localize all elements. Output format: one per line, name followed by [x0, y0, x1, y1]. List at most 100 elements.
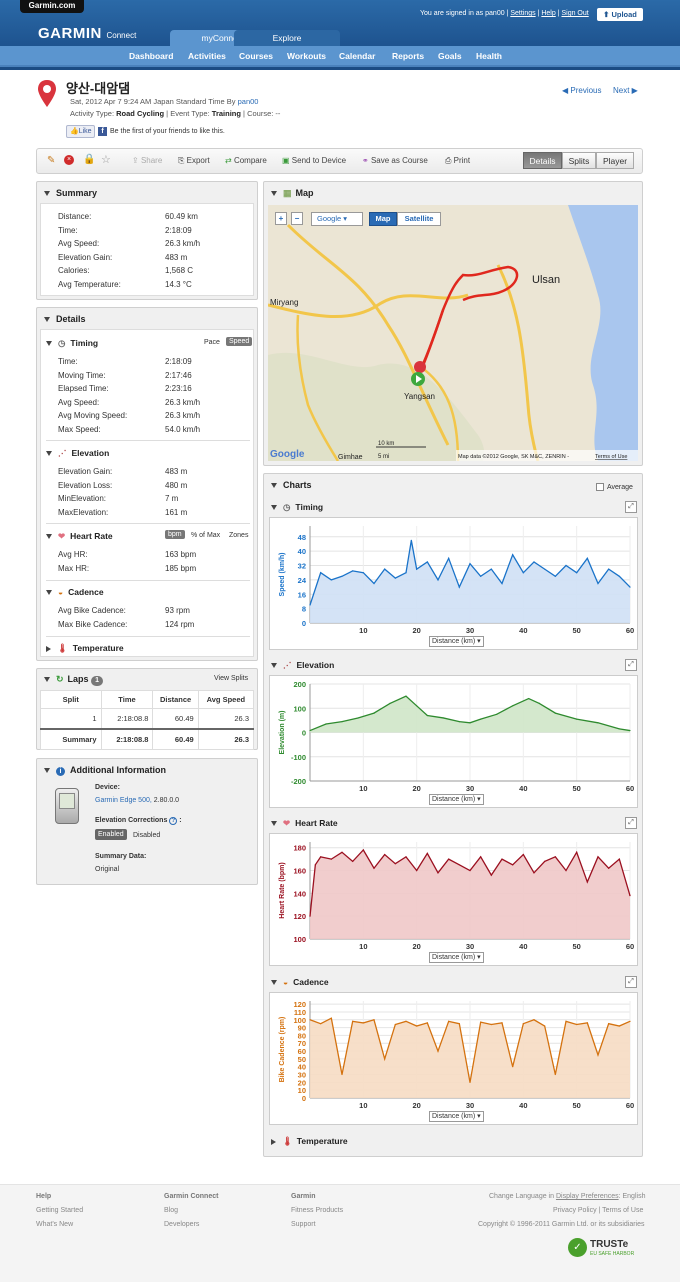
x-axis-select[interactable]: Distance (km) ▾ — [429, 1111, 484, 1122]
x-axis-select[interactable]: Distance (km) ▾ — [429, 794, 484, 805]
share-button[interactable]: ⇪ Share — [132, 156, 162, 165]
footer-fitness-products[interactable]: Fitness Products — [291, 1207, 343, 1214]
upload-button[interactable]: ⬆ Upload — [597, 8, 643, 21]
route-map[interactable]: Ulsan Miryang Yangsan Gimhae 10 km 5 mi … — [268, 205, 638, 461]
stat-value: 2:23:16 — [165, 384, 192, 393]
truste-label: TRUSTe — [590, 1239, 629, 1250]
stat-value: 26.3 km/h — [165, 411, 201, 420]
x-axis-select[interactable]: Distance (km) ▾ — [429, 952, 484, 963]
nav-goals[interactable]: Goals — [438, 51, 462, 61]
chart-section-header[interactable]: ❤ Heart Rate — [271, 818, 338, 829]
enabled-toggle[interactable]: Enabled — [95, 829, 127, 840]
chart-section-header[interactable]: ◒ Cadence — [271, 977, 329, 987]
line-chart[interactable]: 0 8 16 24 32 40 48 10 20 30 40 50 60 Speed (km/h) — [270, 518, 639, 651]
footer-blog[interactable]: Blog — [164, 1207, 178, 1214]
username-link[interactable]: pan00 — [485, 10, 504, 17]
expand-chart-icon[interactable]: ⤢ — [625, 501, 637, 513]
expand-chart-icon[interactable]: ⤢ — [625, 659, 637, 671]
delete-icon[interactable]: × — [64, 155, 74, 165]
pace-toggle[interactable]: Pace — [204, 339, 220, 346]
timing-section-header[interactable]: ◷ Timing — [46, 338, 98, 349]
zoom-in-button[interactable]: + — [275, 212, 287, 225]
x-axis-select[interactable]: Distance (km) ▾ — [429, 636, 484, 647]
line-chart[interactable]: 100 120 140 160 180 10 20 30 40 50 60 Heart Rate (b… — [270, 834, 639, 967]
heart-rate-section-header[interactable]: ❤ Heart Rate — [46, 531, 113, 542]
temperature-section-header[interactable]: 🌡 Temperature — [46, 643, 124, 654]
laps-header[interactable]: ↻ Laps 1 — [44, 674, 103, 686]
garmin-edge-device-image — [55, 788, 79, 824]
footer-developers[interactable]: Developers — [164, 1221, 199, 1228]
elevation-section-header[interactable]: ⋰ Elevation — [46, 448, 109, 459]
end-pin-icon[interactable] — [414, 361, 426, 373]
zoom-out-button[interactable]: − — [291, 212, 303, 225]
footer-policy[interactable]: Privacy Policy | Terms of Use — [553, 1207, 643, 1214]
help-link[interactable]: Help — [541, 10, 555, 17]
map-provider-select[interactable]: Google ▾ — [311, 212, 363, 226]
satellite-type-button[interactable]: Satellite — [397, 212, 441, 226]
next-link[interactable]: Next ▶ — [613, 86, 638, 95]
bpm-toggle[interactable]: bpm — [165, 530, 185, 539]
average-checkbox[interactable]: Average — [596, 483, 633, 491]
send-to-device-button[interactable]: ▣ Send to Device — [282, 156, 346, 165]
nav-health[interactable]: Health — [476, 51, 502, 61]
tab-explore[interactable]: Explore — [234, 30, 340, 46]
edit-pencil-icon[interactable]: ✎ — [47, 155, 55, 166]
garmin-connect-logo[interactable]: GARMIN Connect — [38, 25, 136, 42]
map-type-button[interactable]: Map — [369, 212, 397, 226]
zones-toggle[interactable]: Zones — [229, 532, 248, 539]
lock-icon[interactable]: 🔒 — [83, 154, 95, 165]
charts-header[interactable]: Charts — [271, 480, 312, 490]
map-terms-link[interactable]: Terms of Use — [595, 454, 627, 460]
compare-button[interactable]: ⇄ Compare — [225, 156, 267, 165]
splits-tab[interactable]: Splits — [562, 152, 596, 169]
favorite-star-icon[interactable]: ☆ — [101, 153, 111, 166]
player-tab[interactable]: Player — [596, 152, 634, 169]
table-row[interactable]: 1 2:18:08.8 60.49 26.3 — [40, 708, 255, 730]
nav-reports[interactable]: Reports — [392, 51, 424, 61]
footer-getting-started[interactable]: Getting Started — [36, 1207, 83, 1214]
map-header[interactable]: ▦ Map — [271, 188, 314, 199]
chart-section-header[interactable]: ⋰ Elevation — [271, 660, 334, 671]
details-tab[interactable]: Details — [523, 152, 562, 169]
previous-link[interactable]: ◀ Previous — [562, 86, 602, 95]
expand-chart-icon[interactable]: ⤢ — [625, 976, 637, 988]
google-logo[interactable]: Google — [270, 449, 305, 460]
summary-header[interactable]: Summary — [44, 188, 97, 198]
expand-chart-icon[interactable]: ⤢ — [625, 817, 637, 829]
save-as-course-button[interactable]: ⚭ Save as Course — [362, 156, 428, 165]
device-link[interactable]: Garmin Edge 500, — [95, 797, 152, 804]
settings-link[interactable]: Settings — [510, 10, 535, 17]
garmin-com-link[interactable]: Garmin.com — [20, 0, 84, 13]
display-preferences-link[interactable]: Display Preferences — [556, 1193, 619, 1200]
nav-calendar[interactable]: Calendar — [339, 51, 375, 61]
x-axis-label: Distance (km) — [432, 638, 476, 645]
temperature-chart-header[interactable]: 🌡 Temperature — [271, 1136, 348, 1147]
line-chart[interactable]: -200 -100 0 100 200 10 20 30 40 50 60 Elevation (m) — [270, 676, 639, 809]
percent-max-toggle[interactable]: % of Max — [191, 532, 220, 539]
view-splits-link[interactable]: View Splits — [214, 675, 248, 682]
nav-dashboard[interactable]: Dashboard — [129, 51, 173, 61]
activity-title[interactable]: 양산-대암댐 — [66, 78, 130, 97]
by-user-link[interactable]: pan00 — [238, 97, 259, 106]
sign-out-link[interactable]: Sign Out — [561, 10, 588, 17]
line-chart[interactable]: 010203040506070809010011012010 20 30 40 50 60… — [270, 993, 639, 1126]
truste-seal[interactable]: ✓ TRUSTe EU SAFE HARBOR — [568, 1238, 643, 1260]
cadence-section-header[interactable]: ◒ Cadence — [46, 587, 104, 597]
footer-support[interactable]: Support — [291, 1221, 316, 1228]
help-icon[interactable]: ? — [169, 817, 178, 825]
nav-workouts[interactable]: Workouts — [287, 51, 326, 61]
nav-activities[interactable]: Activities — [188, 51, 226, 61]
details-header[interactable]: Details — [44, 314, 86, 324]
event-type[interactable]: Training — [212, 109, 241, 118]
nav-courses[interactable]: Courses — [239, 51, 273, 61]
additional-info-header[interactable]: i Additional Information — [44, 765, 166, 776]
chart-section-header[interactable]: ◷ Timing — [271, 502, 323, 513]
disabled-toggle[interactable]: Disabled — [133, 832, 160, 839]
footer-whats-new[interactable]: What's New — [36, 1221, 73, 1228]
speed-toggle[interactable]: Speed — [226, 337, 253, 346]
facebook-like-button[interactable]: 👍Like — [66, 125, 95, 138]
print-button[interactable]: ⎙ Print — [445, 156, 470, 166]
activity-type[interactable]: Road Cycling — [116, 109, 164, 118]
data-point — [394, 577, 396, 579]
export-button[interactable]: ⎘ Export — [178, 156, 210, 166]
